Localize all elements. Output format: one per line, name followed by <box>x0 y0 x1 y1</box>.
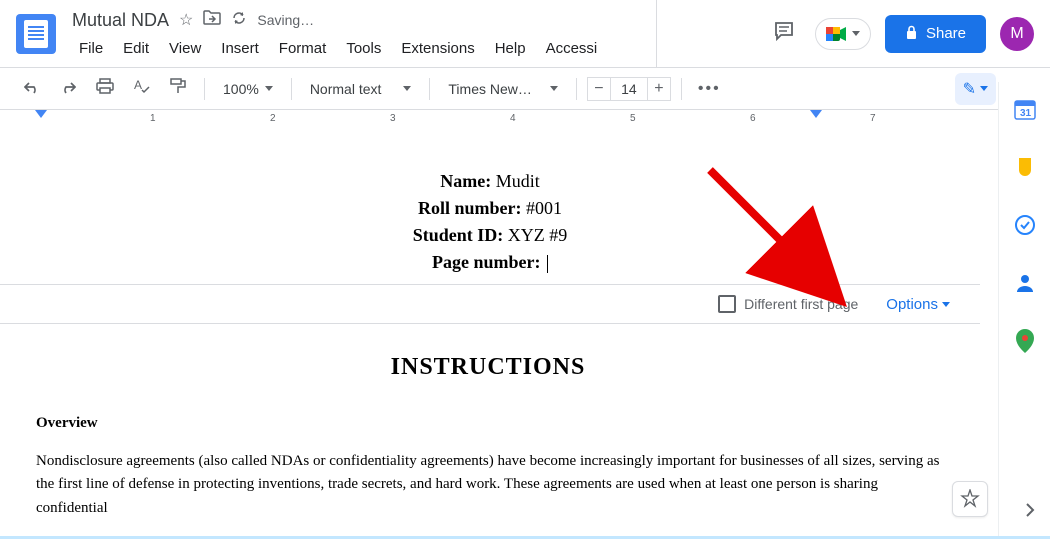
star-icon[interactable]: ☆ <box>179 10 193 30</box>
avatar-initial: M <box>1010 25 1023 43</box>
menu-help[interactable]: Help <box>488 36 533 61</box>
redo-button[interactable] <box>54 75 82 103</box>
page-header[interactable]: Name: Mudit Roll number: #001 Student ID… <box>0 168 980 276</box>
sync-icon[interactable] <box>231 10 247 31</box>
menu-bar: File Edit View Insert Format Tools Exten… <box>72 36 604 61</box>
toolbar: A 100% Normal text Times New… − + ••• ✎ <box>0 68 1050 110</box>
ruler-mark: 2 <box>270 113 276 124</box>
contacts-icon[interactable] <box>1014 272 1036 294</box>
header-divider <box>656 0 657 68</box>
name-value: Mudit <box>496 171 540 191</box>
roll-value: #001 <box>526 198 562 218</box>
chevron-down-icon <box>852 31 860 36</box>
header-options-dropdown[interactable]: Options <box>886 296 950 313</box>
ruler-mark: 7 <box>870 113 876 124</box>
svg-text:31: 31 <box>1020 108 1032 119</box>
chevron-down-icon <box>403 86 411 91</box>
lock-icon <box>905 25 918 43</box>
name-label: Name: <box>440 171 491 191</box>
document-title[interactable]: Mutual NDA <box>72 10 169 31</box>
chevron-down-icon <box>550 86 558 91</box>
meet-button[interactable] <box>815 18 871 50</box>
different-first-page-label: Different first page <box>744 296 858 312</box>
style-select[interactable]: Normal text <box>302 77 420 101</box>
page-label: Page number: <box>432 252 540 272</box>
ruler-mark: 1 <box>150 113 156 124</box>
side-panel: 31 <box>998 82 1050 539</box>
left-indent-marker[interactable] <box>35 110 47 118</box>
ruler-mark: 6 <box>750 113 756 124</box>
title-area: Mutual NDA ☆ Saving… File Edit View Inse… <box>72 6 604 61</box>
font-size-input[interactable] <box>611 77 647 101</box>
undo-button[interactable] <box>18 75 46 103</box>
menu-accessibility[interactable]: Accessi <box>539 36 605 61</box>
print-button[interactable] <box>90 74 120 103</box>
font-select[interactable]: Times New… <box>440 77 566 101</box>
explore-button[interactable] <box>952 481 988 517</box>
menu-extensions[interactable]: Extensions <box>394 36 481 61</box>
ruler[interactable]: 1 2 3 4 5 6 7 <box>0 110 1050 128</box>
font-size-control: − + <box>587 77 671 101</box>
app-header: Mutual NDA ☆ Saving… File Edit View Inse… <box>0 0 1050 68</box>
user-avatar[interactable]: M <box>1000 17 1034 51</box>
spellcheck-button[interactable]: A <box>128 74 156 103</box>
share-label: Share <box>926 25 966 42</box>
meet-icon <box>826 25 848 43</box>
roll-label: Roll number: <box>418 198 522 218</box>
svg-text:A: A <box>134 78 142 92</box>
maps-icon[interactable] <box>1014 330 1036 352</box>
right-indent-marker[interactable] <box>810 110 822 118</box>
menu-insert[interactable]: Insert <box>214 36 266 61</box>
menu-tools[interactable]: Tools <box>339 36 388 61</box>
more-tools-button[interactable]: ••• <box>692 80 727 98</box>
zoom-value: 100% <box>223 81 259 97</box>
instructions-heading: INSTRUCTIONS <box>36 354 940 381</box>
header-actions: Share M <box>767 14 1034 54</box>
font-size-increase[interactable]: + <box>647 77 671 101</box>
overview-heading: Overview <box>36 415 940 432</box>
options-label: Options <box>886 296 938 313</box>
different-first-page-checkbox[interactable]: Different first page <box>718 295 858 313</box>
font-size-decrease[interactable]: − <box>587 77 611 101</box>
document-canvas[interactable]: Name: Mudit Roll number: #001 Student ID… <box>0 128 980 539</box>
show-side-panel-icon[interactable] <box>1024 501 1036 525</box>
chevron-down-icon <box>265 86 273 91</box>
edit-mode-select[interactable]: ✎ <box>955 73 996 105</box>
pencil-icon: ✎ <box>963 79 976 99</box>
paint-format-button[interactable] <box>164 74 194 103</box>
student-label: Student ID: <box>413 225 504 245</box>
saving-status: Saving… <box>257 12 314 28</box>
keep-icon[interactable] <box>1014 156 1036 178</box>
menu-file[interactable]: File <box>72 36 110 61</box>
comments-icon[interactable] <box>767 14 801 54</box>
document-page[interactable]: Name: Mudit Roll number: #001 Student ID… <box>0 128 980 539</box>
calendar-icon[interactable]: 31 <box>1014 98 1036 120</box>
menu-edit[interactable]: Edit <box>116 36 156 61</box>
move-icon[interactable] <box>203 10 221 30</box>
menu-view[interactable]: View <box>162 36 208 61</box>
font-value: Times New… <box>448 81 532 97</box>
ruler-mark: 3 <box>390 113 396 124</box>
chevron-down-icon <box>980 86 988 91</box>
style-value: Normal text <box>310 81 382 97</box>
body-paragraph: Nondisclosure agreements (also called ND… <box>36 450 940 520</box>
menu-format[interactable]: Format <box>272 36 334 61</box>
zoom-select[interactable]: 100% <box>215 77 281 101</box>
text-cursor <box>547 255 548 273</box>
checkbox-icon <box>718 295 736 313</box>
ruler-mark: 5 <box>630 113 636 124</box>
chevron-down-icon <box>942 302 950 307</box>
document-body[interactable]: INSTRUCTIONS Overview Nondisclosure agre… <box>0 324 980 520</box>
docs-logo-icon[interactable] <box>16 14 56 54</box>
student-value: XYZ #9 <box>508 225 568 245</box>
tasks-icon[interactable] <box>1014 214 1036 236</box>
share-button[interactable]: Share <box>885 15 986 53</box>
header-options-bar: Different first page Options <box>0 284 980 324</box>
ruler-mark: 4 <box>510 113 516 124</box>
